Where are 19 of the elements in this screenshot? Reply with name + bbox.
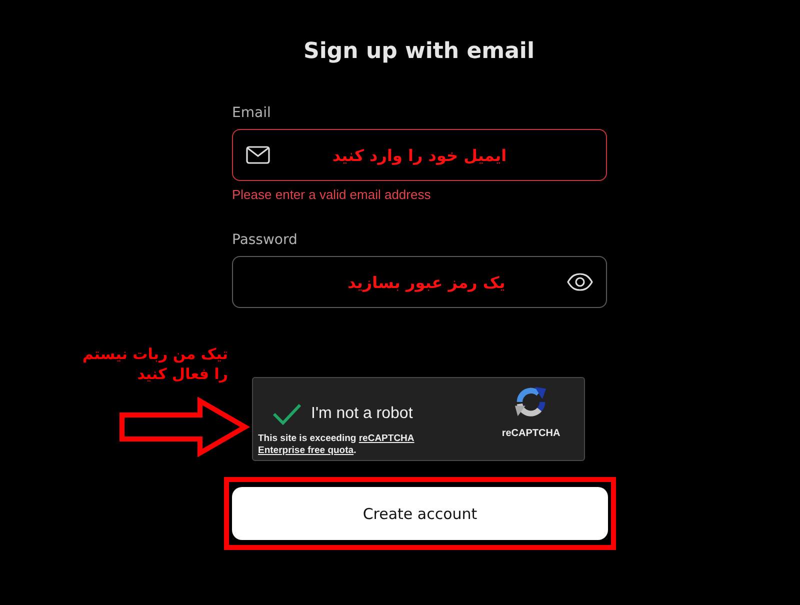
brand-text: reCAPTCHA (502, 428, 560, 439)
field-label: Password (232, 231, 298, 249)
envelope-icon (246, 146, 270, 164)
email-field[interactable]: ایمیل خود را وارد کنید (232, 129, 607, 181)
quota-notice: This site is exceeding reCAPTCHA Enterprise free quota. (258, 433, 416, 457)
page-title: Sign up with email (302, 38, 536, 66)
quota-link[interactable]: reCAPTCHA (358, 433, 414, 444)
error-message: Please enter a valid email address (232, 187, 432, 203)
quota-link[interactable]: Enterprise free quota (258, 445, 354, 456)
circular-arrows-icon (514, 385, 548, 419)
eye-icon[interactable] (567, 273, 593, 291)
annotation-text: یک رمز عبور بسازید (346, 272, 506, 292)
field-label: Email (232, 104, 272, 122)
callout-text: تیک من ربات نیستم را فعال کنید (82, 344, 228, 384)
password-field[interactable]: یک رمز عبور بسازید (232, 256, 607, 308)
checkbox-label: I'm not a robot (311, 405, 413, 423)
checkmark-icon[interactable] (272, 403, 302, 425)
create-account-button[interactable]: Create account (232, 487, 608, 540)
annotation-text: ایمیل خود را وارد کنید (331, 146, 508, 164)
